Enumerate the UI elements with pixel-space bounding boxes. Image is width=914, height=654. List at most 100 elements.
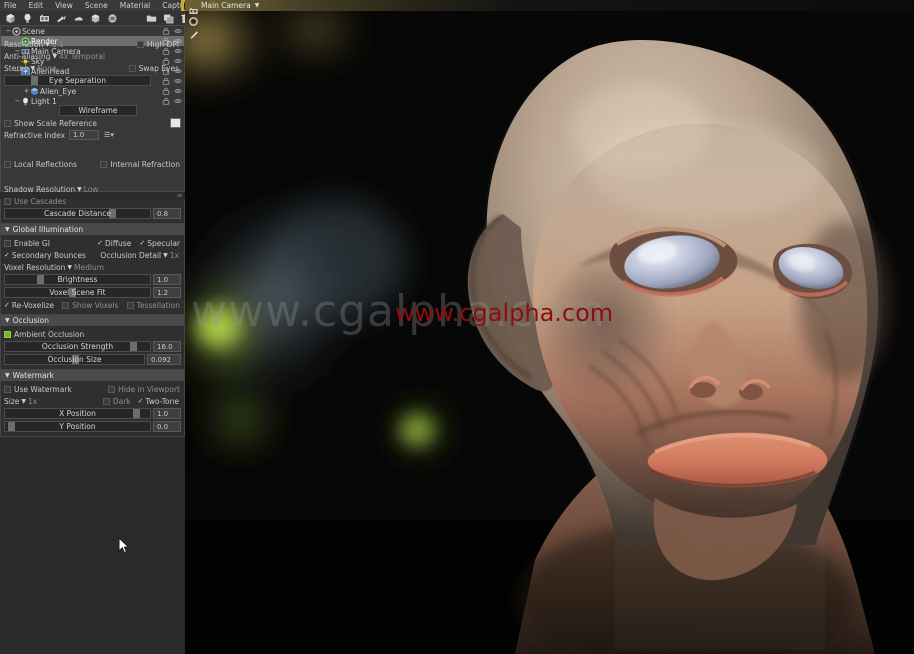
resolution-label: Resolution — [4, 39, 44, 49]
cascade-distance-slider[interactable]: Cascade Distance — [4, 208, 151, 219]
menu-material[interactable]: Material — [114, 0, 156, 11]
tree-row-toggles — [162, 26, 182, 36]
antialiasing-value[interactable]: 4x Temporal — [59, 52, 105, 61]
occlusion-size-label: Occlusion Size — [47, 355, 102, 364]
chevron-down-icon[interactable]: ▼ — [52, 53, 57, 60]
watermark-panel-header[interactable]: ▼ Watermark — [1, 370, 184, 381]
occlusion-strength-value[interactable]: 16.0 — [153, 341, 181, 352]
viewport-settings-icon[interactable] — [187, 14, 200, 28]
occlusion-panel-header[interactable]: ▼ Occlusion — [1, 315, 184, 326]
ambient-occlusion-checkbox[interactable] — [4, 330, 11, 338]
add-box-icon[interactable] — [89, 12, 102, 25]
show-scale-reference-checkbox[interactable] — [4, 119, 11, 127]
refractive-index-input[interactable]: 1.0 — [69, 130, 100, 140]
chevron-down-icon[interactable]: ▼ — [21, 398, 26, 405]
preset-list-icon[interactable]: ☰▾ — [104, 131, 114, 139]
left-dock: − Scene Render − Main Camera Sky − AlienHead + Al… — [0, 25, 185, 654]
scene-icon — [12, 26, 21, 36]
occlusion-detail-value[interactable]: 1x — [170, 251, 179, 260]
eye-icon — [174, 89, 182, 93]
re-voxelize-check-icon[interactable]: ✓ — [4, 301, 10, 309]
menu-scene[interactable]: Scene — [79, 0, 114, 11]
eye-icon — [174, 99, 182, 103]
brightness-value[interactable]: 1.0 — [153, 274, 181, 285]
re-voxelize-label: Re-Voxelize — [11, 300, 55, 310]
chevron-down-icon[interactable]: ▼ — [77, 186, 82, 193]
menu-view[interactable]: View — [49, 0, 79, 11]
menu-file[interactable]: File — [0, 0, 23, 11]
voxel-scene-fit-label: Voxel Scene Fit — [49, 288, 106, 297]
local-reflections-label: Local Reflections — [14, 159, 78, 169]
internal-refraction-checkbox[interactable] — [100, 160, 108, 168]
tree-expand-toggle[interactable]: − — [5, 27, 12, 35]
add-cube-icon[interactable] — [4, 12, 17, 25]
tessellation-label: Tessellation — [136, 300, 180, 310]
size-value[interactable]: 1x — [28, 397, 37, 406]
menu-edit[interactable]: Edit — [23, 0, 50, 11]
viewport-3d[interactable]: www.cgalpha.com www.cgalpha.com Main Cam… — [185, 0, 914, 654]
voxel-scene-fit-value[interactable]: 1.2 — [153, 287, 181, 298]
two-tone-check-icon[interactable]: ✓ — [138, 397, 144, 405]
use-cascades-label: Use Cascades — [14, 196, 67, 206]
show-voxels-checkbox[interactable] — [62, 301, 70, 309]
diffuse-check-icon[interactable]: ✓ — [97, 239, 103, 247]
cascade-distance-value[interactable]: 0.8 — [153, 208, 181, 219]
dark-checkbox[interactable] — [102, 397, 110, 405]
tree-expand-toggle[interactable]: − — [14, 97, 21, 105]
tree-item-scene[interactable]: − Scene — [1, 26, 184, 36]
add-light-icon[interactable] — [21, 12, 34, 25]
shadow-resolution-value[interactable]: Low — [84, 185, 99, 194]
shadow-resolution-label: Shadow Resolution — [4, 184, 76, 194]
y-position-slider[interactable]: Y Position — [4, 421, 151, 432]
add-arrow-icon[interactable] — [55, 12, 68, 25]
stereo-value[interactable]: None — [37, 64, 57, 73]
camera-icon — [189, 1, 198, 14]
viewport-brush-icon[interactable] — [187, 28, 200, 42]
ambient-occlusion-label: Ambient Occlusion — [14, 329, 85, 339]
chevron-down-icon[interactable]: ▼ — [67, 264, 72, 271]
voxel-scene-fit-slider[interactable]: Voxel Scene Fit — [4, 287, 151, 298]
occlusion-size-slider[interactable]: Occlusion Size — [4, 354, 145, 365]
use-cascades-checkbox[interactable] — [4, 197, 11, 205]
voxel-resolution-value[interactable]: Medium — [74, 263, 104, 272]
chevron-down-icon[interactable]: ▼ — [255, 2, 260, 9]
tree-item-label: Scene — [22, 26, 45, 36]
open-folder-icon[interactable] — [145, 12, 158, 25]
use-watermark-checkbox[interactable] — [4, 385, 11, 393]
resolution-value[interactable]: 1:1 — [52, 40, 64, 49]
refractive-index-label: Refractive Index — [4, 130, 66, 140]
application-window: File Edit View Scene Material Capture He… — [0, 0, 914, 654]
secondary-bounces-check-icon[interactable]: ✓ — [4, 251, 10, 259]
occlusion-strength-slider[interactable]: Occlusion Strength — [4, 341, 151, 352]
wireframe-slider[interactable]: Wireframe — [59, 105, 137, 116]
occlusion-size-value[interactable]: 0.092 — [147, 354, 181, 365]
tree-item-label: Light 1 — [31, 96, 57, 106]
chevron-down-icon[interactable]: ▼ — [163, 252, 168, 259]
tree-item-alien-eye[interactable]: + Alien_Eye — [1, 86, 184, 96]
swap-eyes-checkbox[interactable] — [128, 64, 136, 72]
scale-reference-color-swatch[interactable] — [170, 118, 181, 128]
enable-gi-label: Enable GI — [14, 238, 50, 248]
chevron-down-icon[interactable]: ▼ — [30, 65, 35, 72]
duplicate-icon[interactable] — [162, 12, 175, 25]
add-cloud-icon[interactable] — [72, 12, 85, 25]
viewport-tab-label[interactable]: Main Camera — [201, 1, 251, 10]
high-dpi-checkbox[interactable] — [136, 40, 144, 48]
tree-expand-toggle[interactable]: + — [23, 87, 30, 95]
chevron-down-icon[interactable]: ▼ — [45, 41, 50, 48]
eye-separation-slider[interactable]: Eye Separation — [4, 75, 151, 86]
gi-panel-title: Global Illumination — [12, 225, 84, 234]
gi-panel-header[interactable]: ▼ Global Illumination — [1, 224, 184, 235]
chevron-down-icon: ▼ — [5, 372, 10, 379]
add-camera-icon[interactable] — [38, 12, 51, 25]
y-position-value[interactable]: 0.0 — [153, 421, 181, 432]
add-sphere-icon[interactable] — [106, 12, 119, 25]
x-position-slider[interactable]: X Position — [4, 408, 151, 419]
enable-gi-checkbox[interactable] — [4, 239, 11, 247]
local-reflections-checkbox[interactable] — [4, 160, 11, 168]
x-position-value[interactable]: 1.0 — [153, 408, 181, 419]
specular-check-icon[interactable]: ✓ — [139, 239, 145, 247]
brightness-slider[interactable]: Brightness — [4, 274, 151, 285]
tessellation-checkbox[interactable] — [126, 301, 134, 309]
hide-in-viewport-checkbox[interactable] — [108, 385, 116, 393]
